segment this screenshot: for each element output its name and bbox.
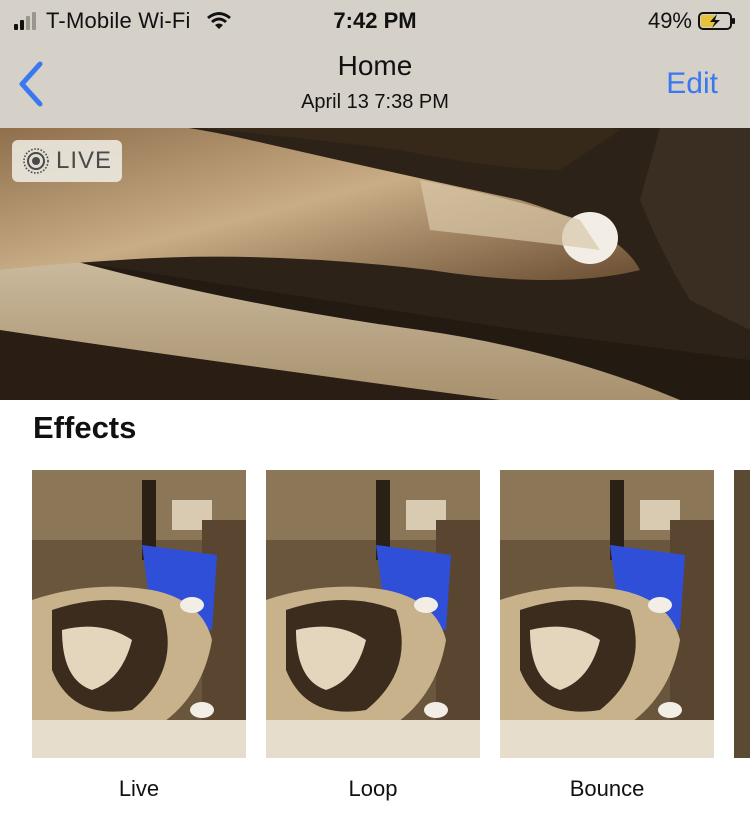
effects-carousel[interactable]: Live Loop Bounce bbox=[0, 470, 750, 810]
live-photo-icon bbox=[23, 148, 49, 174]
effect-loop[interactable]: Loop bbox=[266, 470, 480, 801]
cat-thumbnail-image bbox=[266, 470, 480, 758]
effect-label: Live bbox=[118, 776, 160, 801]
live-badge-label: LIVE bbox=[56, 147, 113, 174]
cat-thumbnail-image bbox=[500, 470, 714, 758]
status-bar: T-Mobile Wi-Fi 7:42 PM 49% bbox=[0, 0, 750, 40]
effect-live[interactable]: Live bbox=[32, 470, 246, 801]
effect-thumbnail bbox=[32, 470, 246, 758]
effect-label: Loop bbox=[348, 776, 398, 801]
cat-thumbnail-image bbox=[32, 470, 246, 758]
effect-next-partial[interactable] bbox=[734, 470, 750, 758]
nav-subtitle: April 13 7:38 PM bbox=[301, 91, 449, 113]
navigation-bar: Home April 13 7:38 PM Edit bbox=[0, 40, 750, 128]
live-badge[interactable]: LIVE bbox=[12, 140, 123, 182]
battery-charging-icon bbox=[698, 12, 735, 30]
effect-label: Bounce bbox=[569, 776, 645, 801]
effect-bounce[interactable]: Bounce bbox=[500, 470, 714, 801]
effect-thumbnail bbox=[266, 470, 480, 758]
effect-thumbnail bbox=[734, 470, 750, 758]
effects-heading: Effects bbox=[33, 410, 137, 445]
status-time: 7:42 PM bbox=[333, 8, 417, 33]
effect-thumbnail bbox=[500, 470, 714, 758]
battery-percent: 49% bbox=[647, 8, 692, 33]
edit-button[interactable]: Edit bbox=[666, 67, 718, 101]
nav-title: Home bbox=[337, 50, 413, 81]
